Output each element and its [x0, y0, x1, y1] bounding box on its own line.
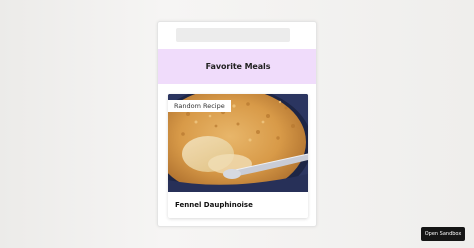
meal-card[interactable]: Random Recipe Fennel Dauphinoise: [168, 94, 308, 218]
meals-app: Favorite Meals Random Recipe Fennel Daup…: [157, 21, 317, 227]
search-input[interactable]: [176, 28, 290, 42]
meal-image: Random Recipe: [168, 94, 308, 192]
open-sandbox-button[interactable]: Open Sandbox: [421, 227, 465, 241]
recipe-title[interactable]: Fennel Dauphinoise: [175, 201, 253, 209]
random-recipe-badge: Random Recipe: [168, 100, 231, 112]
favorites-header: Favorite Meals: [158, 49, 316, 84]
page-title: Favorite Meals: [205, 62, 271, 71]
